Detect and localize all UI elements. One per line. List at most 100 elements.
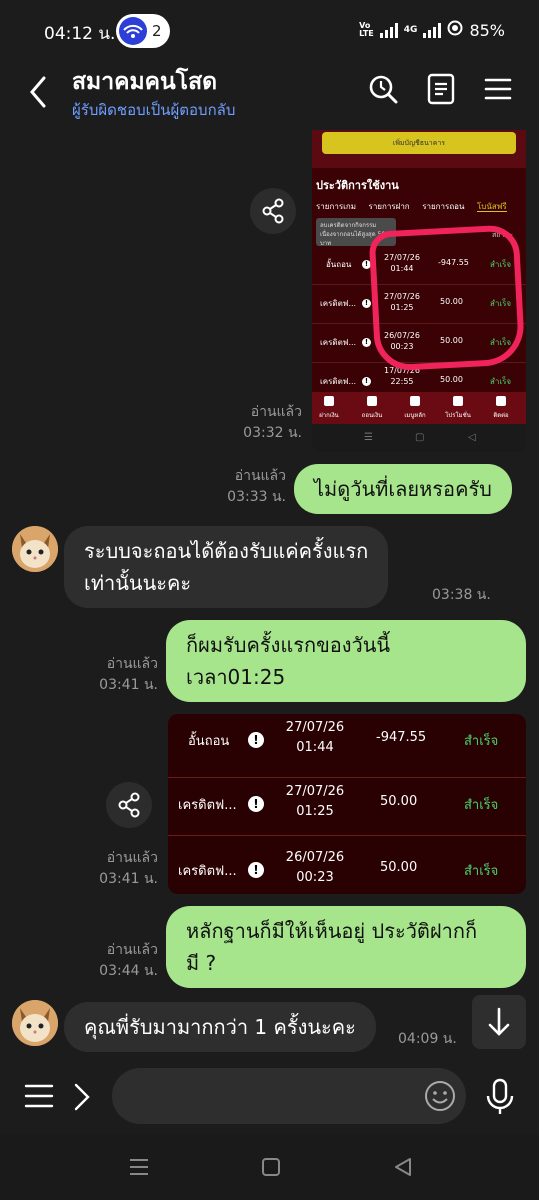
promo-icon (453, 396, 463, 406)
row-type: อั้นถอน (188, 734, 230, 749)
network-label: 4G (403, 25, 418, 35)
history-row: เครดิตฟ... ! 26/07/26 00:23 50.00 สำเร็จ (168, 836, 526, 894)
message-meta: อ่านแล้ว 03:44 น. (78, 940, 158, 982)
chat-area[interactable]: อ่านแล้ว 03:32 น. เพิ่มบัญชีธนาคาร ประวั… (0, 130, 539, 1060)
share-icon[interactable] (106, 782, 152, 828)
arrow-down-icon (488, 1007, 510, 1036)
row-amount: 50.00 (380, 860, 418, 875)
read-label: อ่านแล้ว (250, 404, 302, 420)
chat-header: สมาคมคนโสด ผู้รับผิดชอบเป็นผู้ตอบกลับ (0, 62, 539, 130)
nav-withdraw: ถอนเงิน (361, 412, 383, 419)
row-type: เครดิตฟ... (320, 299, 357, 308)
row-date: 27/07/26 (285, 784, 345, 799)
tab-deposits: รายการฝาก (368, 202, 410, 211)
share-icon[interactable] (250, 188, 296, 234)
chat-title: สมาคมคนโสด (72, 69, 218, 95)
input-bar (0, 1060, 539, 1134)
image-bottom-nav: ฝากเงิน ถอนเงิน เมนูหลัก โปรโมชั่น ติดต่… (312, 392, 526, 424)
back-icon: ◁ (468, 432, 476, 443)
message-time: 04:09 น. (398, 1031, 457, 1047)
home-icon[interactable] (260, 1156, 282, 1182)
notes-icon[interactable] (424, 72, 458, 106)
info-icon: ! (362, 338, 371, 347)
signal-icon-2 (423, 22, 442, 38)
image-system-nav: ☰ ▢ ◁ (312, 424, 526, 452)
message-meta: อ่านแล้ว 03:33 น. (206, 466, 286, 508)
message-meta: อ่านแล้ว 03:41 น. (78, 654, 158, 696)
cropped-screenshot-image[interactable]: อั้นถอน ! 27/07/26 01:44 -947.55 สำเร็จ เ… (168, 714, 526, 894)
row-status: สำเร็จ (464, 798, 499, 813)
avatar[interactable] (12, 1000, 58, 1046)
read-label: อ่านแล้ว (106, 850, 158, 866)
row-time: 00:23 (296, 870, 334, 885)
row-time: 01:25 (296, 804, 334, 819)
status-icons: Vo LTE 4G 85% (359, 20, 505, 40)
history-title: ประวัติการใช้งาน (316, 179, 399, 192)
row-time: 22:55 (390, 377, 414, 386)
read-label: อ่านแล้ว (106, 656, 158, 672)
recents-icon: ☰ (364, 432, 373, 443)
avatar[interactable] (12, 526, 58, 572)
row-status: สำเร็จ (464, 734, 499, 749)
read-label: อ่านแล้ว (234, 468, 286, 484)
row-type: อั้นถอน (326, 260, 352, 269)
incoming-bubble[interactable]: คุณพี่รับมามากกว่า 1 ครั้งนะคะ (64, 1002, 376, 1052)
withdraw-icon (367, 396, 377, 406)
incoming-bubble[interactable]: ระบบจะถอนได้ต้องรับแค่ครั้งแรก เท่านั้นน… (64, 526, 389, 608)
chat-subtitle: ผู้รับผิดชอบเป็นผู้ตอบกลับ (72, 101, 236, 119)
notification-count: 2 (152, 22, 162, 40)
row-type: เครดิตฟ... (178, 798, 237, 813)
outgoing-bubble[interactable]: ก็ผมรับครั้งแรกของวันนี้ เวลา01:25 (166, 620, 526, 702)
outgoing-bubble[interactable]: ไม่ดูวันที่เลยหรอครับ (294, 464, 512, 514)
tab-free-bonus: โบนัสฟรี (476, 202, 507, 212)
row-type: เครดิตฟ... (178, 864, 237, 879)
message-time: 03:32 น. (243, 425, 302, 441)
message-time: 03:38 น. (432, 587, 491, 603)
home-icon: ▢ (415, 432, 425, 443)
screenshot-image[interactable]: เพิ่มบัญชีธนาคาร ประวัติการใช้งาน รายการ… (312, 130, 526, 452)
volte-icon: Vo LTE (359, 21, 374, 38)
back-triangle-icon[interactable] (392, 1156, 414, 1182)
emoji-icon[interactable] (424, 1080, 456, 1116)
message-time: 03:41 น. (99, 677, 158, 693)
scroll-down-button[interactable] (472, 995, 526, 1049)
hotspot-icon (119, 17, 147, 45)
info-icon: ! (248, 732, 264, 748)
message-time: 03:44 น. (99, 963, 158, 979)
nav-promotion: โปรโมชั่น (445, 412, 471, 419)
info-icon: ! (362, 299, 371, 308)
message-input[interactable] (112, 1068, 466, 1124)
history-row: เครดิตฟ... ! 27/07/26 01:25 50.00 สำเร็จ (168, 772, 526, 836)
tab-withdrawals: รายการถอน (422, 202, 465, 211)
info-icon: ! (362, 377, 371, 386)
back-arrow-icon[interactable] (24, 72, 54, 112)
message-line: เท่านั้นนะคะ (84, 571, 192, 595)
read-label: อ่านแล้ว (106, 942, 158, 958)
search-icon[interactable] (366, 72, 400, 106)
tab-games: รายการเกม (316, 202, 356, 211)
message-line: ระบบจะถอนได้ต้องรับแค่ครั้งแรก (84, 539, 369, 563)
add-bank-button: เพิ่มบัญชีธนาคาร (322, 132, 516, 154)
outgoing-bubble[interactable]: หลักฐานก็มีให้เห็นอยู่ ประวัติฝากก็ มี ? (166, 906, 526, 988)
microphone-icon[interactable] (484, 1078, 516, 1120)
hamburger-icon[interactable] (24, 1082, 54, 1114)
message-line: มี ? (186, 951, 217, 975)
row-date: 26/07/26 (285, 850, 345, 865)
message-time: 03:41 น. (99, 871, 158, 887)
info-icon: ! (248, 796, 264, 812)
row-date: 27/07/26 (285, 720, 345, 735)
row-type: เครดิตฟ... (320, 338, 357, 347)
history-tabs: รายการเกม รายการฝาก รายการถอน โบนัสฟรี (316, 200, 517, 213)
message-time: 03:33 น. (227, 489, 286, 505)
message-line: ก็ผมรับครั้งแรกของวันนี้ (186, 633, 391, 657)
message-meta: อ่านแล้ว 03:41 น. (78, 848, 158, 890)
recents-icon[interactable] (128, 1156, 150, 1182)
history-row: อั้นถอน ! 27/07/26 01:44 -947.55 สำเร็จ (168, 714, 526, 778)
chevron-right-icon[interactable] (72, 1082, 92, 1116)
nav-deposit: ฝากเงิน (319, 412, 339, 419)
menu-icon[interactable] (482, 72, 516, 106)
message-line: เวลา01:25 (186, 665, 286, 689)
row-amount: 50.00 (440, 375, 463, 384)
deposit-icon (324, 396, 334, 406)
nav-main-menu: เมนูหลัก (404, 412, 426, 419)
